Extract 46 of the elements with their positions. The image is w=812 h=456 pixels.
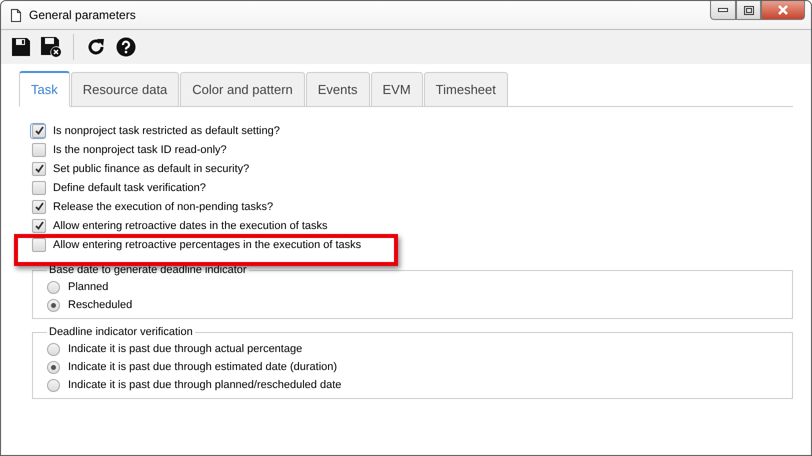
checkbox[interactable]	[32, 200, 46, 214]
tab[interactable]: Events	[306, 72, 370, 107]
checkbox[interactable]	[32, 238, 46, 252]
minimize-icon	[718, 8, 728, 12]
radio-label: Indicate it is past due through planned/rescheduled date	[68, 379, 342, 391]
group-title: Deadline indicator verification	[48, 326, 194, 338]
close-button[interactable]	[761, 1, 805, 20]
refresh-icon	[86, 37, 106, 57]
save-close-icon	[40, 36, 62, 58]
close-icon	[777, 5, 789, 15]
tab[interactable]: Timesheet	[424, 72, 508, 107]
maximize-icon	[744, 6, 754, 14]
minimize-button[interactable]	[710, 1, 736, 20]
checkbox-label: Allow entering retroactive dates in the execution of tasks	[53, 220, 328, 232]
tab[interactable]: Task	[19, 71, 70, 107]
checkbox[interactable]	[32, 180, 46, 194]
radio-button[interactable]	[47, 280, 60, 294]
radio-label: Rescheduled	[68, 299, 132, 311]
help-icon	[116, 37, 136, 57]
checkbox[interactable]	[32, 218, 46, 232]
checkbox-label: Release the execution of non-pending tasks?	[53, 200, 274, 212]
tab[interactable]: Color and pattern	[180, 72, 305, 107]
save-button[interactable]	[9, 35, 33, 59]
checkbox-label: Allow entering retroactive percentages in the execution of tasks	[53, 238, 362, 250]
radio-label: Indicate it is past due through actual percentage	[68, 343, 302, 355]
radio-label: Indicate it is past due through estimated date (duration)	[68, 361, 338, 373]
save-icon	[11, 37, 31, 57]
tab[interactable]: Resource data	[70, 72, 180, 107]
checkbox[interactable]	[32, 142, 46, 156]
group-title: Base date to generate deadline indicator	[48, 264, 248, 276]
radio-button[interactable]	[47, 342, 60, 356]
checkbox-label: Is the nonproject task ID read-only?	[53, 144, 227, 156]
window-title: General parameters	[29, 8, 136, 22]
checkbox[interactable]	[32, 162, 46, 176]
document-icon	[11, 8, 21, 22]
help-button[interactable]	[114, 35, 138, 59]
checkbox-label: Is nonproject task restricted as default setting?	[53, 124, 280, 136]
maximize-button[interactable]	[736, 1, 761, 20]
radio-button[interactable]	[47, 360, 60, 374]
tab[interactable]: EVM	[370, 72, 423, 107]
radio-button[interactable]	[47, 378, 60, 392]
save-close-button[interactable]	[39, 35, 63, 59]
checkbox-label: Define default task verification?	[53, 182, 206, 194]
radio-button[interactable]	[47, 298, 60, 312]
radio-label: Planned	[68, 281, 108, 293]
checkbox-label: Set public finance as default in security?	[53, 162, 250, 174]
